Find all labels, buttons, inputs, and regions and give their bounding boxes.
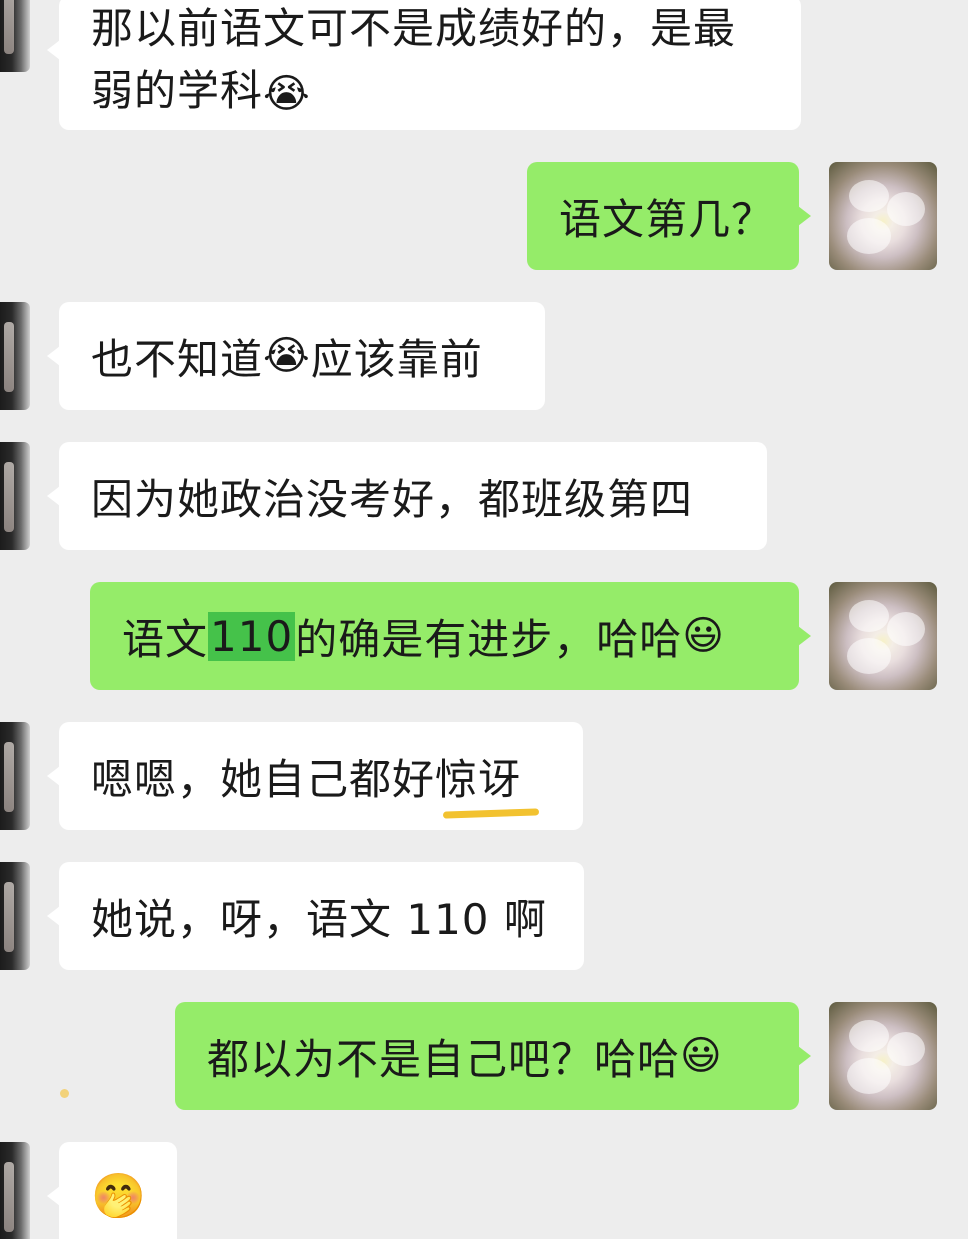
my-avatar[interactable]	[829, 1002, 937, 1110]
outgoing-message[interactable]: 语文第几？	[527, 162, 811, 270]
contact-avatar[interactable]	[0, 302, 30, 410]
highlighted-text: 110	[208, 611, 296, 661]
incoming-message[interactable]: 也不知道 😭 应该靠前	[47, 302, 545, 410]
message-text: 语文	[122, 614, 209, 664]
contact-avatar[interactable]	[0, 0, 30, 72]
contact-avatar[interactable]	[0, 442, 30, 550]
flower-petal	[847, 638, 891, 674]
my-avatar[interactable]	[829, 582, 937, 690]
smiley-icon: 😃	[680, 1033, 723, 1079]
incoming-message[interactable]: 🤭	[47, 1142, 177, 1239]
contact-avatar[interactable]	[0, 862, 30, 970]
incoming-message[interactable]: 那以前语文可不是成绩好的，是最 弱的学科😭	[47, 0, 801, 130]
message-text: 应该靠前	[310, 334, 483, 384]
flower-petal	[887, 1032, 925, 1066]
outgoing-message[interactable]: 语文 110 的确是有进步，哈哈 😃	[90, 582, 811, 690]
message-text: 她说，呀，语文 110 啊	[91, 894, 547, 944]
message-text: 嗯嗯，她自己都好惊讶	[91, 754, 522, 804]
stray-dot	[60, 1089, 69, 1098]
message-text: 弱的学科	[91, 66, 264, 115]
contact-avatar[interactable]	[0, 1142, 30, 1239]
my-avatar[interactable]	[829, 162, 937, 270]
flower-petal	[847, 218, 891, 254]
flower-petal	[887, 192, 925, 226]
flower-petal	[849, 180, 889, 212]
flower-petal	[847, 1058, 891, 1094]
smiley-icon: 😃	[682, 613, 725, 659]
hugging-face-icon: 🤭	[91, 1171, 147, 1222]
message-text-line: 弱的学科😭	[91, 60, 769, 125]
message-text-line: 那以前语文可不是成绩好的，是最	[91, 4, 737, 53]
flower-petal	[849, 1020, 889, 1052]
message-text: 也不知道	[91, 334, 264, 384]
incoming-message[interactable]: 她说，呀，语文 110 啊	[47, 862, 584, 970]
message-text: 语文第几？	[559, 194, 775, 244]
flower-petal	[887, 612, 925, 646]
message-text: 因为她政治没考好，都班级第四	[91, 474, 694, 524]
message-text: 的确是有进步，哈哈	[295, 614, 683, 664]
incoming-message[interactable]: 因为她政治没考好，都班级第四	[47, 442, 767, 550]
chat-window: 那以前语文可不是成绩好的，是最 弱的学科😭 语文第几？ 也不知道 😭 应该靠前 因为…	[0, 0, 968, 1239]
message-text: 都以为不是自己吧？哈哈	[207, 1034, 681, 1084]
outgoing-message[interactable]: 都以为不是自己吧？哈哈 😃	[175, 1002, 811, 1110]
contact-avatar[interactable]	[0, 722, 30, 830]
face-with-tears-icon: 😭	[263, 333, 311, 379]
face-with-tears-icon: 😭	[263, 70, 311, 117]
flower-petal	[849, 600, 889, 632]
